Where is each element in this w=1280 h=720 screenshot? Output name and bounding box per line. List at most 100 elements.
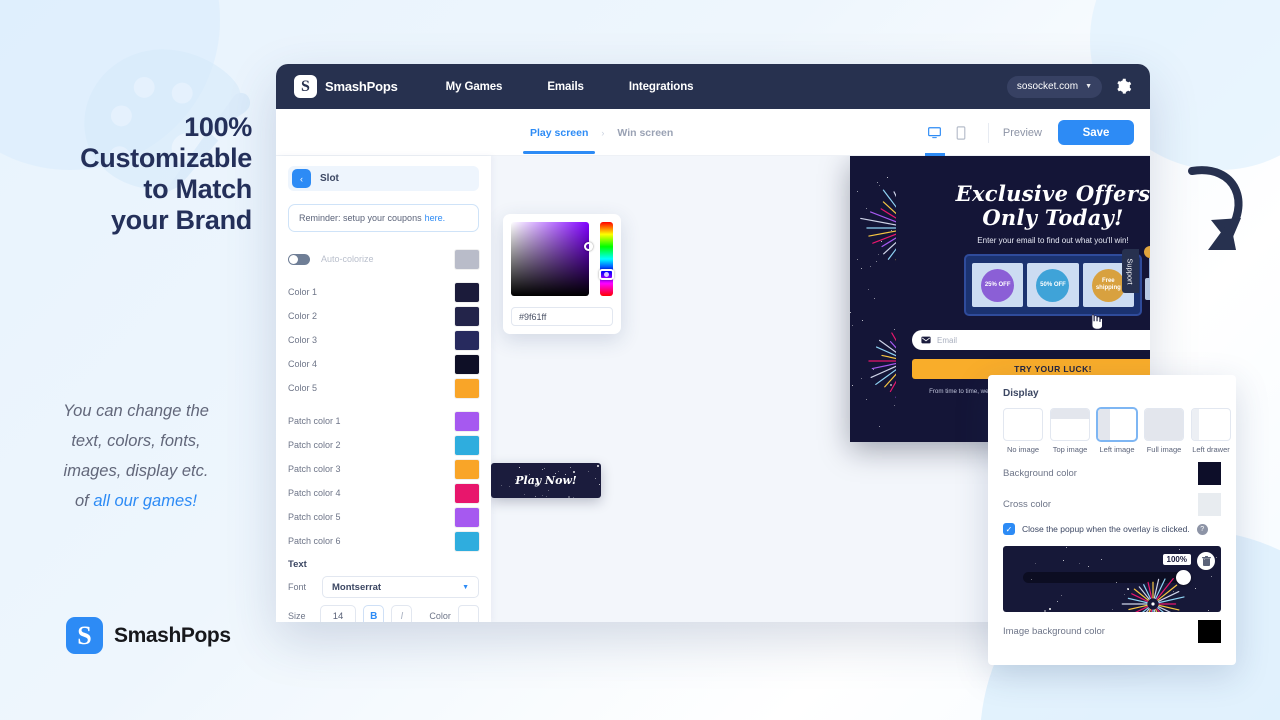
italic-button[interactable]: I xyxy=(391,605,412,622)
account-domain-label: sosocket.com xyxy=(1017,81,1078,92)
color-row-5: Color 5 xyxy=(288,377,479,399)
account-domain-dropdown[interactable]: sosocket.com ▼ xyxy=(1007,76,1102,98)
coupon-reminder-link[interactable]: here. xyxy=(425,213,446,223)
spacer-2 xyxy=(288,401,479,410)
color-row-4: Color 4 xyxy=(288,353,479,375)
nav-emails[interactable]: Emails xyxy=(547,81,583,93)
help-icon[interactable]: ? xyxy=(1197,524,1208,535)
headline-line-1: 100% xyxy=(0,112,252,143)
hex-input[interactable]: #9f61ff xyxy=(511,307,613,326)
saturation-value-area[interactable] xyxy=(511,222,589,296)
patch-5-swatch[interactable] xyxy=(455,508,479,527)
headline-line-3: to Match xyxy=(0,174,252,205)
close-on-overlay-label: Close the popup when the overlay is clic… xyxy=(1022,524,1190,534)
patch-row-3: Patch color 3 xyxy=(288,458,479,480)
back-icon[interactable]: ‹ xyxy=(292,169,311,188)
patch-3-swatch[interactable] xyxy=(455,460,479,479)
patch-2-swatch[interactable] xyxy=(455,436,479,455)
patch-row-6: Patch color 6 xyxy=(288,530,479,552)
tab-win-screen[interactable]: Win screen xyxy=(613,113,677,153)
coupon-reminder: Reminder: setup your coupons here. xyxy=(288,204,479,232)
patch-4-swatch[interactable] xyxy=(455,484,479,503)
lever-base-icon xyxy=(1145,278,1151,300)
subheader-actions: Preview Save xyxy=(922,109,1134,156)
top-image-thumb-icon xyxy=(1050,408,1090,441)
app-subheader: Play screen › Win screen Preview Save xyxy=(276,109,1150,156)
spacer xyxy=(288,272,479,281)
close-on-overlay-checkbox[interactable]: ✓ xyxy=(1003,523,1015,535)
color-4-label: Color 4 xyxy=(288,359,455,369)
color-2-label: Color 2 xyxy=(288,311,455,321)
envelope-icon xyxy=(921,336,931,344)
support-tab[interactable]: Support xyxy=(1122,249,1139,293)
auto-colorize-swatch[interactable] xyxy=(455,250,479,269)
patch-row-2: Patch color 2 xyxy=(288,434,479,456)
no-image-thumb-icon xyxy=(1003,408,1043,441)
email-placeholder: Email xyxy=(937,336,957,345)
slot-lever[interactable] xyxy=(1144,246,1150,304)
mobile-view-button[interactable] xyxy=(948,118,974,148)
app-logo[interactable]: S SmashPops xyxy=(294,75,398,98)
font-value: Montserrat xyxy=(332,582,381,593)
patch-5-label: Patch color 5 xyxy=(288,512,455,522)
background-color-swatch[interactable] xyxy=(1198,462,1221,485)
marketing-subcopy: You can change the text, colors, fonts, … xyxy=(10,396,262,516)
play-now-widget[interactable]: Play Now! xyxy=(491,463,601,498)
desktop-icon xyxy=(927,126,942,140)
display-option-no-image[interactable]: No image xyxy=(1003,408,1043,454)
game-header[interactable]: ‹ Slot xyxy=(288,166,479,191)
font-row: Font Montserrat ▼ xyxy=(288,576,479,598)
font-select[interactable]: Montserrat ▼ xyxy=(322,576,479,598)
display-option-left-drawer[interactable]: Left drawer xyxy=(1191,408,1231,454)
color-2-swatch[interactable] xyxy=(455,307,479,326)
curved-arrow-icon xyxy=(1178,158,1258,278)
patch-1-swatch[interactable] xyxy=(455,412,479,431)
display-option-left-image[interactable]: Left image xyxy=(1097,408,1137,454)
patch-row-4: Patch color 4 xyxy=(288,482,479,504)
auto-colorize-toggle[interactable] xyxy=(288,254,310,265)
color-1-label: Color 1 xyxy=(288,287,455,297)
text-color-label: Color xyxy=(429,611,451,621)
hue-handle[interactable] xyxy=(599,269,614,280)
marketing-column: 100% Customizable to Match your Brand Yo… xyxy=(0,0,276,720)
display-option-full-image[interactable]: Full image xyxy=(1144,408,1184,454)
subcopy-line-3: images, display etc. xyxy=(10,456,262,486)
chevron-right-icon: › xyxy=(601,128,604,138)
tab-play-screen[interactable]: Play screen xyxy=(526,113,592,153)
slot-reel-2: 50% OFF xyxy=(1027,263,1078,307)
image-background-color-swatch[interactable] xyxy=(1198,620,1221,643)
gear-icon[interactable] xyxy=(1115,78,1132,95)
patch-6-swatch[interactable] xyxy=(455,532,479,551)
color-4-swatch[interactable] xyxy=(455,355,479,374)
nav-my-games[interactable]: My Games xyxy=(446,81,503,93)
save-button[interactable]: Save xyxy=(1058,120,1134,145)
desktop-view-button[interactable] xyxy=(922,118,948,148)
size-input[interactable]: 14 xyxy=(320,605,356,622)
lever-knob-icon xyxy=(1144,246,1150,258)
left-drawer-thumb-icon xyxy=(1191,408,1231,441)
patch-row-5: Patch color 5 xyxy=(288,506,479,528)
app-topnav: S SmashPops My Games Emails Integrations… xyxy=(276,64,1150,109)
patch-3-label: Patch color 3 xyxy=(288,464,455,474)
patch-row-1: Patch color 1 xyxy=(288,410,479,432)
preview-button[interactable]: Preview xyxy=(1003,127,1042,139)
color-3-swatch[interactable] xyxy=(455,331,479,350)
nav-integrations[interactable]: Integrations xyxy=(629,81,694,93)
chevron-down-icon: ▼ xyxy=(462,584,469,591)
cross-color-row: Cross color xyxy=(1003,492,1221,516)
color-1-swatch[interactable] xyxy=(455,283,479,302)
display-option-label-2: Left image xyxy=(1097,445,1137,454)
text-color-swatch[interactable] xyxy=(458,605,479,622)
subcopy-line-2: text, colors, fonts, xyxy=(10,426,262,456)
close-on-overlay-row: ✓ Close the popup when the overlay is cl… xyxy=(1003,523,1221,535)
email-input[interactable]: Email xyxy=(912,330,1150,350)
display-option-top-image[interactable]: Top image xyxy=(1050,408,1090,454)
cross-color-swatch[interactable] xyxy=(1198,493,1221,516)
bold-button[interactable]: B xyxy=(363,605,384,622)
saturation-handle[interactable] xyxy=(584,242,593,251)
color-5-swatch[interactable] xyxy=(455,379,479,398)
size-row: Size 14 B I Color xyxy=(288,605,479,622)
mobile-icon xyxy=(956,126,966,140)
hue-slider[interactable] xyxy=(600,222,613,296)
display-option-label-1: Top image xyxy=(1050,445,1090,454)
